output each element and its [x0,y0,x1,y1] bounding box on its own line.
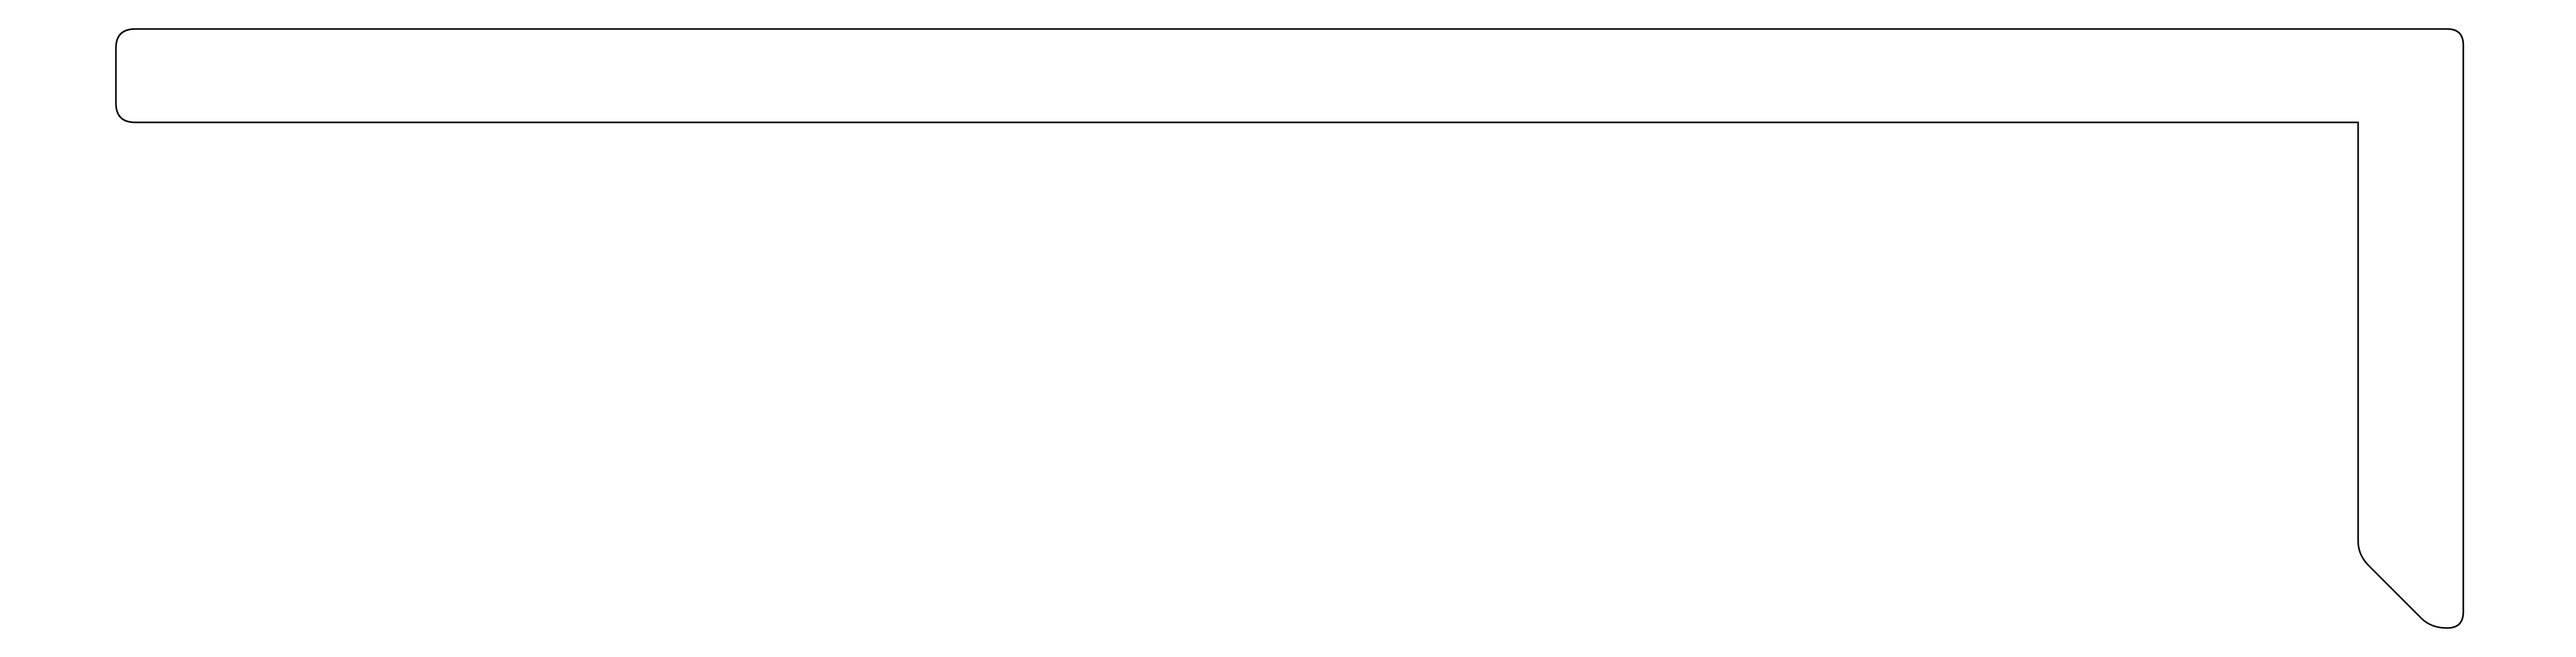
profile-outline-shape [115,28,2464,629]
diagram-canvas [115,28,2464,629]
